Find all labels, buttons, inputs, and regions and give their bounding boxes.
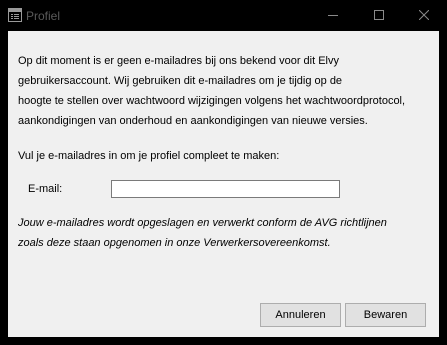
intro-text: Op dit moment is er geen e-mailadres bij… (18, 51, 434, 131)
close-icon (419, 10, 429, 20)
email-field[interactable] (111, 180, 340, 198)
email-label: E-mail: (28, 183, 63, 195)
cancel-button[interactable]: Annuleren (260, 303, 341, 327)
privacy-notice: Jouw e-mailadres wordt opgeslagen en ver… (18, 213, 434, 253)
privacy-line: Jouw e-mailadres wordt opgeslagen en ver… (18, 217, 387, 229)
close-button[interactable] (401, 0, 447, 31)
maximize-button[interactable] (356, 0, 402, 31)
maximize-icon (374, 10, 384, 20)
privacy-line: zoals deze staan opgenomen in onze Verwe… (18, 237, 331, 249)
minimize-button[interactable] (310, 0, 356, 31)
intro-line: aankondigingen van onderhoud en aankondi… (18, 115, 368, 127)
profile-window: Profiel Op dit moment is er geen e-maila… (0, 0, 447, 345)
save-button[interactable]: Bewaren (345, 303, 426, 327)
window-form-icon[interactable] (8, 8, 22, 22)
intro-line: Op dit moment is er geen e-mailadres bij… (18, 55, 339, 67)
minimize-icon (328, 15, 338, 16)
title-bar[interactable]: Profiel (0, 0, 447, 31)
intro-line: hoogte te stellen over wachtwoord wijzig… (18, 95, 406, 107)
email-prompt: Vul je e-mailadres in om je profiel comp… (18, 150, 280, 162)
dialog-content: Op dit moment is er geen e-mailadres bij… (8, 31, 439, 337)
window-title: Profiel (26, 9, 61, 23)
intro-line: gebruikersaccount. Wij gebruiken dit e-m… (18, 75, 343, 87)
